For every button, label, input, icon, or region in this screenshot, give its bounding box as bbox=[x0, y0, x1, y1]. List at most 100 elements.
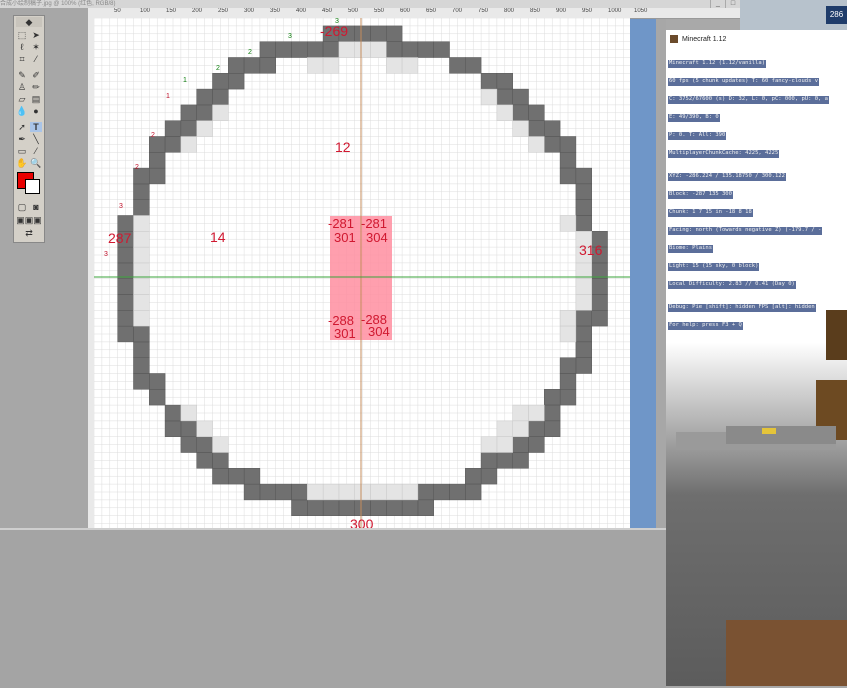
magic-wand-tool-icon[interactable]: ✶ bbox=[30, 42, 42, 52]
maximize-button[interactable]: □ bbox=[725, 0, 740, 8]
ruler-tick-label: 1050 bbox=[634, 8, 648, 14]
ruler-tick-label: 900 bbox=[556, 8, 567, 14]
debug-line: P: 0. T: All: 390 bbox=[668, 132, 727, 140]
circle-block bbox=[117, 246, 134, 264]
type-tool-icon[interactable]: T bbox=[30, 122, 42, 132]
circle-block bbox=[449, 483, 466, 501]
brush-tool-icon[interactable]: ✐ bbox=[30, 70, 42, 80]
debug-line: Biome: Plains bbox=[668, 245, 714, 253]
screen-mode-icon[interactable]: ▣▣▣ bbox=[16, 215, 42, 225]
circle-block bbox=[512, 104, 529, 121]
circle-block bbox=[259, 57, 276, 74]
step-mark: 2 bbox=[151, 132, 155, 139]
circle-block bbox=[480, 73, 498, 90]
debug-line: Chunk: 1 7 15 in -18 8 18 bbox=[668, 209, 753, 217]
document-canvas[interactable]: -269 300 287 316 12 14 -281 -281 301 304… bbox=[94, 18, 630, 528]
ruler-tick-label: 950 bbox=[582, 8, 593, 14]
label-top-coordinate: -269 bbox=[320, 23, 349, 39]
minimize-button[interactable]: _ bbox=[710, 0, 725, 8]
circle-block bbox=[575, 325, 592, 343]
circle-inner-block bbox=[133, 262, 150, 279]
box-label-304-bottom: 304 bbox=[368, 324, 390, 339]
circle-inner-block bbox=[354, 41, 371, 58]
eyedropper-tool-icon[interactable]: ⁄ bbox=[30, 146, 42, 156]
circle-block bbox=[544, 389, 561, 406]
shape-tool-icon[interactable]: ╲ bbox=[30, 134, 42, 144]
crop-tool-icon[interactable]: ⌗ bbox=[16, 54, 28, 64]
circle-inner-block bbox=[512, 120, 529, 137]
path-selection-tool-icon[interactable]: ➚ bbox=[16, 122, 28, 132]
taskbar-badge[interactable]: 286 bbox=[826, 6, 847, 24]
pen-tool-icon[interactable]: ✒ bbox=[16, 134, 28, 144]
circle-block bbox=[228, 73, 245, 90]
toolbox-header[interactable]: ◆ bbox=[16, 17, 42, 27]
circle-inner-block bbox=[512, 404, 529, 422]
step-mark: 3 bbox=[104, 251, 108, 258]
slice-tool-icon[interactable]: ⁄ bbox=[30, 54, 42, 64]
circle-block bbox=[291, 41, 308, 58]
ruler-tick-label: 650 bbox=[426, 8, 437, 14]
standard-mode-icon[interactable]: ▢ bbox=[16, 202, 28, 212]
gradient-tool-icon[interactable]: ▤ bbox=[30, 94, 42, 104]
circle-inner-block bbox=[496, 104, 513, 121]
minecraft-titlebar[interactable]: Minecraft 1.12 bbox=[666, 30, 847, 50]
circle-inner-block bbox=[480, 88, 498, 106]
hand-tool-icon[interactable]: ✋ bbox=[16, 158, 28, 168]
ruler-tick-label: 500 bbox=[348, 8, 359, 14]
circle-block bbox=[575, 199, 592, 216]
circle-block bbox=[164, 120, 182, 137]
ruler-tick-label: 450 bbox=[322, 8, 333, 14]
circle-block bbox=[465, 57, 482, 74]
blur-tool-icon[interactable]: 💧 bbox=[16, 106, 28, 116]
circle-block bbox=[307, 41, 324, 58]
circle-block bbox=[480, 468, 498, 485]
circle-inner-block bbox=[386, 483, 403, 501]
circle-block bbox=[164, 420, 182, 437]
circle-inner-block bbox=[528, 136, 545, 153]
eraser-tool-icon[interactable]: ▱ bbox=[16, 94, 28, 104]
zoom-tool-icon[interactable]: 🔍 bbox=[30, 158, 42, 168]
lasso-tool-icon[interactable]: ℓ bbox=[16, 42, 28, 52]
circle-block bbox=[575, 183, 592, 200]
jump-to-imageready-icon[interactable]: ⇄ bbox=[16, 228, 42, 238]
circle-block bbox=[243, 57, 261, 74]
debug-line: For help: press F3 + Q bbox=[668, 322, 743, 330]
circle-inner-block bbox=[133, 310, 150, 327]
label-bottom-coordinate: 300 bbox=[350, 516, 374, 528]
marquee-tool-icon[interactable]: ⬚ bbox=[16, 30, 28, 40]
circle-block bbox=[386, 25, 403, 42]
circle-block bbox=[528, 420, 545, 437]
gold-item bbox=[762, 428, 776, 434]
circle-block bbox=[212, 452, 229, 469]
circle-block bbox=[496, 452, 513, 469]
circle-block bbox=[559, 389, 577, 406]
move-tool-icon[interactable]: ➤ bbox=[30, 30, 42, 40]
circle-block bbox=[133, 199, 150, 216]
circle-inner-block bbox=[133, 215, 150, 232]
circle-block bbox=[559, 167, 577, 185]
healing-brush-tool-icon[interactable]: ✎ bbox=[16, 70, 28, 80]
circle-block bbox=[212, 73, 229, 90]
circle-block bbox=[149, 373, 166, 390]
minecraft-window[interactable]: Minecraft 1.12 Minecraft 1.12 (1.12/vani… bbox=[666, 30, 847, 686]
circle-inner-block bbox=[196, 120, 213, 137]
circle-block bbox=[575, 167, 592, 185]
clone-stamp-tool-icon[interactable]: ♙ bbox=[16, 82, 28, 92]
circle-block bbox=[544, 120, 561, 137]
circle-block bbox=[322, 41, 340, 58]
circle-inner-block bbox=[559, 325, 577, 343]
label-left-coordinate: 287 bbox=[108, 230, 132, 246]
history-brush-tool-icon[interactable]: ✏ bbox=[30, 82, 42, 92]
quick-mask-icon[interactable]: ◙ bbox=[30, 202, 42, 212]
background-color-swatch[interactable] bbox=[25, 179, 40, 194]
circle-inner-block bbox=[133, 231, 150, 248]
circle-block bbox=[417, 41, 434, 58]
circle-block bbox=[133, 183, 150, 200]
circle-block bbox=[196, 88, 213, 106]
circle-inner-block bbox=[133, 246, 150, 264]
circle-block bbox=[133, 373, 150, 390]
circle-block bbox=[243, 483, 261, 501]
circle-block bbox=[164, 136, 182, 153]
notes-tool-icon[interactable]: ▭ bbox=[16, 146, 28, 156]
dodge-tool-icon[interactable]: ● bbox=[30, 106, 42, 116]
